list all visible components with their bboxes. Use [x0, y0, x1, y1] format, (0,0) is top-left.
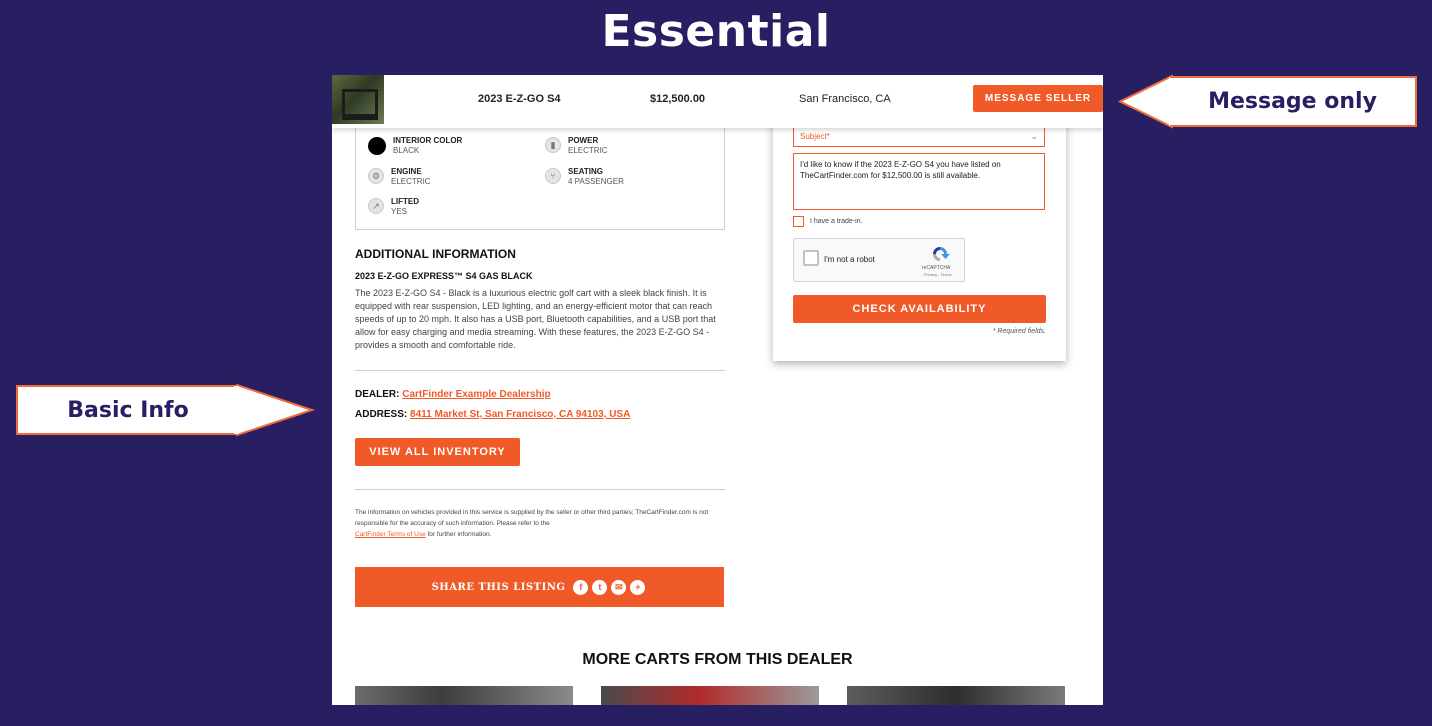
spec-label: INTERIOR COLOR: [393, 136, 463, 145]
callout-basic-label: Basic Info: [67, 397, 189, 423]
dealer-line: DEALER: CartFinder Example Dealership: [355, 389, 551, 400]
share-label: SHARE THIS LISTING: [431, 581, 566, 593]
trade-in-checkbox[interactable]: [793, 216, 804, 227]
spec-label: LIFTED: [391, 197, 419, 206]
address-label: ADDRESS:: [355, 409, 408, 420]
more-cart-image[interactable]: [355, 686, 573, 705]
terms-link[interactable]: CartFinder Terms of Use: [355, 531, 426, 538]
facebook-icon[interactable]: f: [573, 579, 589, 595]
plus-icon[interactable]: +: [630, 579, 646, 595]
divider: [355, 370, 725, 371]
disclaimer-text: The information on vehicles provided in …: [355, 509, 709, 527]
spec-value: ELECTRIC: [391, 177, 431, 186]
header-model: 2023 E-Z-GO S4: [478, 93, 561, 105]
recaptcha-terms[interactable]: Privacy - Terms: [924, 272, 951, 277]
disclaimer: The information on vehicles provided in …: [355, 507, 725, 540]
more-carts-title: MORE CARTS FROM THIS DEALER: [582, 651, 853, 668]
battery-icon: ▮: [545, 137, 561, 153]
specs-box: INTERIOR COLOR BLACK ▮ POWER ELECTRIC ⚙ …: [355, 115, 725, 230]
spec-seating: ⑂ SEATING 4 PASSENGER: [545, 167, 624, 187]
engine-icon: ⚙: [368, 168, 384, 184]
contact-form: Subject* ⌄ I'd like to know if the 2023 …: [773, 115, 1066, 361]
recaptcha-checkbox[interactable]: [803, 250, 819, 266]
sticky-header: 2023 E-Z-GO S4 $12,500.00 San Francisco,…: [332, 75, 1103, 128]
spec-value: BLACK: [393, 146, 420, 155]
slide-title: Essential: [601, 6, 831, 57]
trade-in-option[interactable]: I have a trade-in.: [793, 216, 863, 227]
spec-label: POWER: [568, 136, 599, 145]
spec-interior-color: INTERIOR COLOR BLACK: [368, 136, 462, 156]
lift-icon: ↗: [368, 198, 384, 214]
recaptcha-brand: reCAPTCHA: [922, 265, 951, 271]
spec-value: 4 PASSENGER: [568, 177, 624, 186]
spec-engine: ⚙ ENGINE ELECTRIC: [368, 167, 431, 187]
listing-subheading: 2023 E-Z-GO EXPRESS™ S4 GAS BLACK: [355, 271, 533, 281]
email-icon[interactable]: ✉: [611, 579, 627, 595]
recaptcha-widget: I'm not a robot reCAPTCHA Privacy - Term…: [793, 238, 965, 282]
seat-icon: ⑂: [545, 168, 561, 184]
dealer-label: DEALER:: [355, 389, 400, 400]
share-bar: SHARE THIS LISTING f t ✉ +: [355, 567, 724, 607]
subject-select[interactable]: Subject* ⌄: [793, 126, 1045, 147]
color-swatch-icon: [368, 137, 386, 155]
recaptcha-label: I'm not a robot: [824, 255, 875, 264]
chevron-down-icon: ⌄: [1030, 131, 1038, 141]
address-link[interactable]: 8411 Market St, San Francisco, CA 94103,…: [410, 409, 630, 420]
spec-label: ENGINE: [391, 167, 422, 176]
check-availability-button[interactable]: CHECK AVAILABILITY: [793, 295, 1046, 323]
subject-placeholder: Subject*: [800, 132, 830, 141]
required-fields-note: * Required fields.: [992, 328, 1046, 335]
spec-label: SEATING: [568, 167, 603, 176]
more-cart-image[interactable]: [847, 686, 1065, 705]
message-seller-button[interactable]: MESSAGE SELLER: [973, 85, 1103, 112]
header-price: $12,500.00: [650, 93, 706, 105]
callout-arrow-right: [234, 383, 316, 437]
header-location: San Francisco, CA: [799, 93, 891, 105]
trade-in-label: I have a trade-in.: [810, 218, 863, 225]
callout-arrow-left: [1117, 74, 1175, 129]
listing-page: 2023 E-Z-GO S4 $12,500.00 San Francisco,…: [332, 75, 1103, 705]
callout-message-label: Message only: [1208, 89, 1377, 114]
callout-basic-info: Basic Info: [16, 385, 238, 435]
view-all-inventory-button[interactable]: VIEW ALL INVENTORY: [355, 438, 520, 466]
address-line: ADDRESS: 8411 Market St, San Francisco, …: [355, 409, 630, 420]
disclaimer-text-after: for further information.: [427, 531, 492, 538]
spec-value: YES: [391, 207, 408, 216]
recaptcha-logo-icon: [933, 247, 950, 261]
divider: [355, 489, 725, 490]
spec-value: ELECTRIC: [568, 146, 608, 155]
message-textarea[interactable]: I'd like to know if the 2023 E-Z-GO S4 y…: [793, 153, 1045, 210]
spec-power: ▮ POWER ELECTRIC: [545, 136, 608, 156]
cart-thumbnail[interactable]: [332, 75, 384, 124]
callout-message-only: Message only: [1170, 76, 1417, 127]
twitter-icon[interactable]: t: [592, 579, 608, 595]
more-cart-image[interactable]: [601, 686, 819, 705]
dealer-link[interactable]: CartFinder Example Dealership: [402, 389, 550, 400]
spec-lifted: ↗ LIFTED YES: [368, 197, 419, 217]
additional-info-heading: ADDITIONAL INFORMATION: [355, 247, 516, 261]
listing-description: The 2023 E-Z-GO S4 - Black is a luxuriou…: [355, 288, 716, 350]
